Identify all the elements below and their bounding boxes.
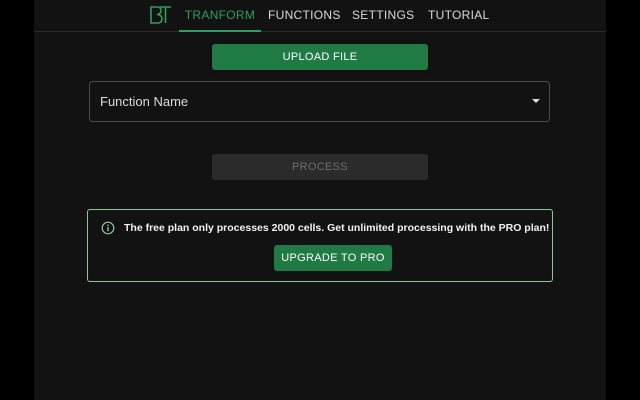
tab-transform[interactable]: TRANFORM [179, 0, 261, 32]
app-panel: TRANFORM FUNCTIONS SETTINGS TUTORIAL UPL… [34, 0, 606, 400]
upgrade-to-pro-button[interactable]: UPGRADE TO PRO [274, 245, 392, 271]
upgrade-alert: The free plan only processes 2000 cells.… [87, 209, 553, 282]
tab-functions[interactable]: FUNCTIONS [268, 0, 340, 32]
top-nav: TRANFORM FUNCTIONS SETTINGS TUTORIAL [34, 0, 606, 32]
function-select-value: Function Name [100, 94, 189, 109]
function-name-select[interactable]: Function Name [89, 81, 550, 122]
process-button[interactable]: PROCESS [212, 154, 428, 180]
tab-tutorial[interactable]: TUTORIAL [428, 0, 489, 32]
info-icon [101, 221, 115, 235]
upload-file-button[interactable]: UPLOAD FILE [212, 44, 428, 70]
caret-down-icon [532, 99, 540, 103]
alert-message: The free plan only processes 2000 cells.… [124, 222, 550, 234]
tab-settings[interactable]: SETTINGS [352, 0, 414, 32]
bt-logo-icon [150, 6, 171, 24]
